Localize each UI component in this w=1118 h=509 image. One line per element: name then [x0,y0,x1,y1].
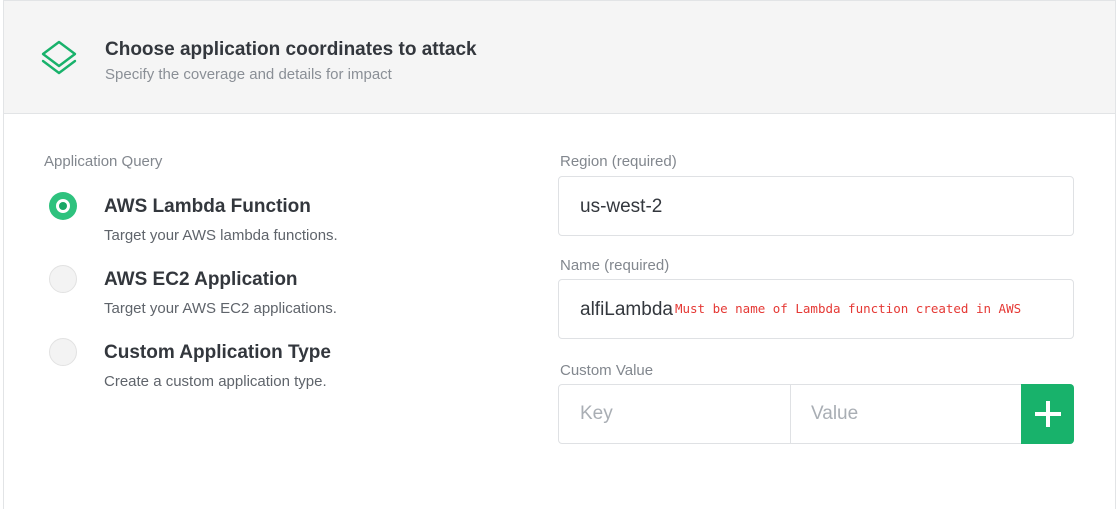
card-header: Choose application coordinates to attack… [4,1,1115,114]
option-title-aws-ec2[interactable]: AWS EC2 Application [104,269,298,291]
region-label: Region (required) [560,153,677,170]
custom-value-group: Key Value [558,384,1074,444]
header-title: Choose application coordinates to attack [105,39,477,60]
radio-aws-lambda[interactable] [49,192,77,220]
name-value: alfiLambda [580,299,673,320]
region-input[interactable]: us-west-2 [558,176,1074,236]
name-warning: Must be name of Lambda function created … [674,301,1022,316]
name-input[interactable]: alfiLambda Must be name of Lambda functio… [558,279,1074,339]
option-desc-aws-ec2: Target your AWS EC2 applications. [104,300,337,317]
value-placeholder: Value [811,403,859,424]
option-title-aws-lambda[interactable]: AWS Lambda Function [104,196,311,218]
custom-key-input[interactable]: Key [559,385,791,443]
region-value: us-west-2 [580,196,663,217]
key-placeholder: Key [580,403,613,424]
radio-aws-ec2[interactable] [49,265,77,293]
custom-value-label: Custom Value [560,362,654,379]
option-desc-aws-lambda: Target your AWS lambda functions. [104,227,338,244]
option-desc-custom-app: Create a custom application type. [104,373,327,390]
name-label: Name (required) [560,257,670,274]
option-title-custom-app[interactable]: Custom Application Type [104,342,331,364]
radio-custom-app[interactable] [49,338,77,366]
application-query-label: Application Query [44,153,163,170]
name-field-content: alfiLambda Must be name of Lambda functio… [580,299,1021,321]
add-custom-value-button[interactable] [1021,384,1074,444]
custom-value-input[interactable]: Value [790,385,1022,443]
layers-icon [41,40,77,75]
header-subtitle: Specify the coverage and details for imp… [105,66,392,83]
